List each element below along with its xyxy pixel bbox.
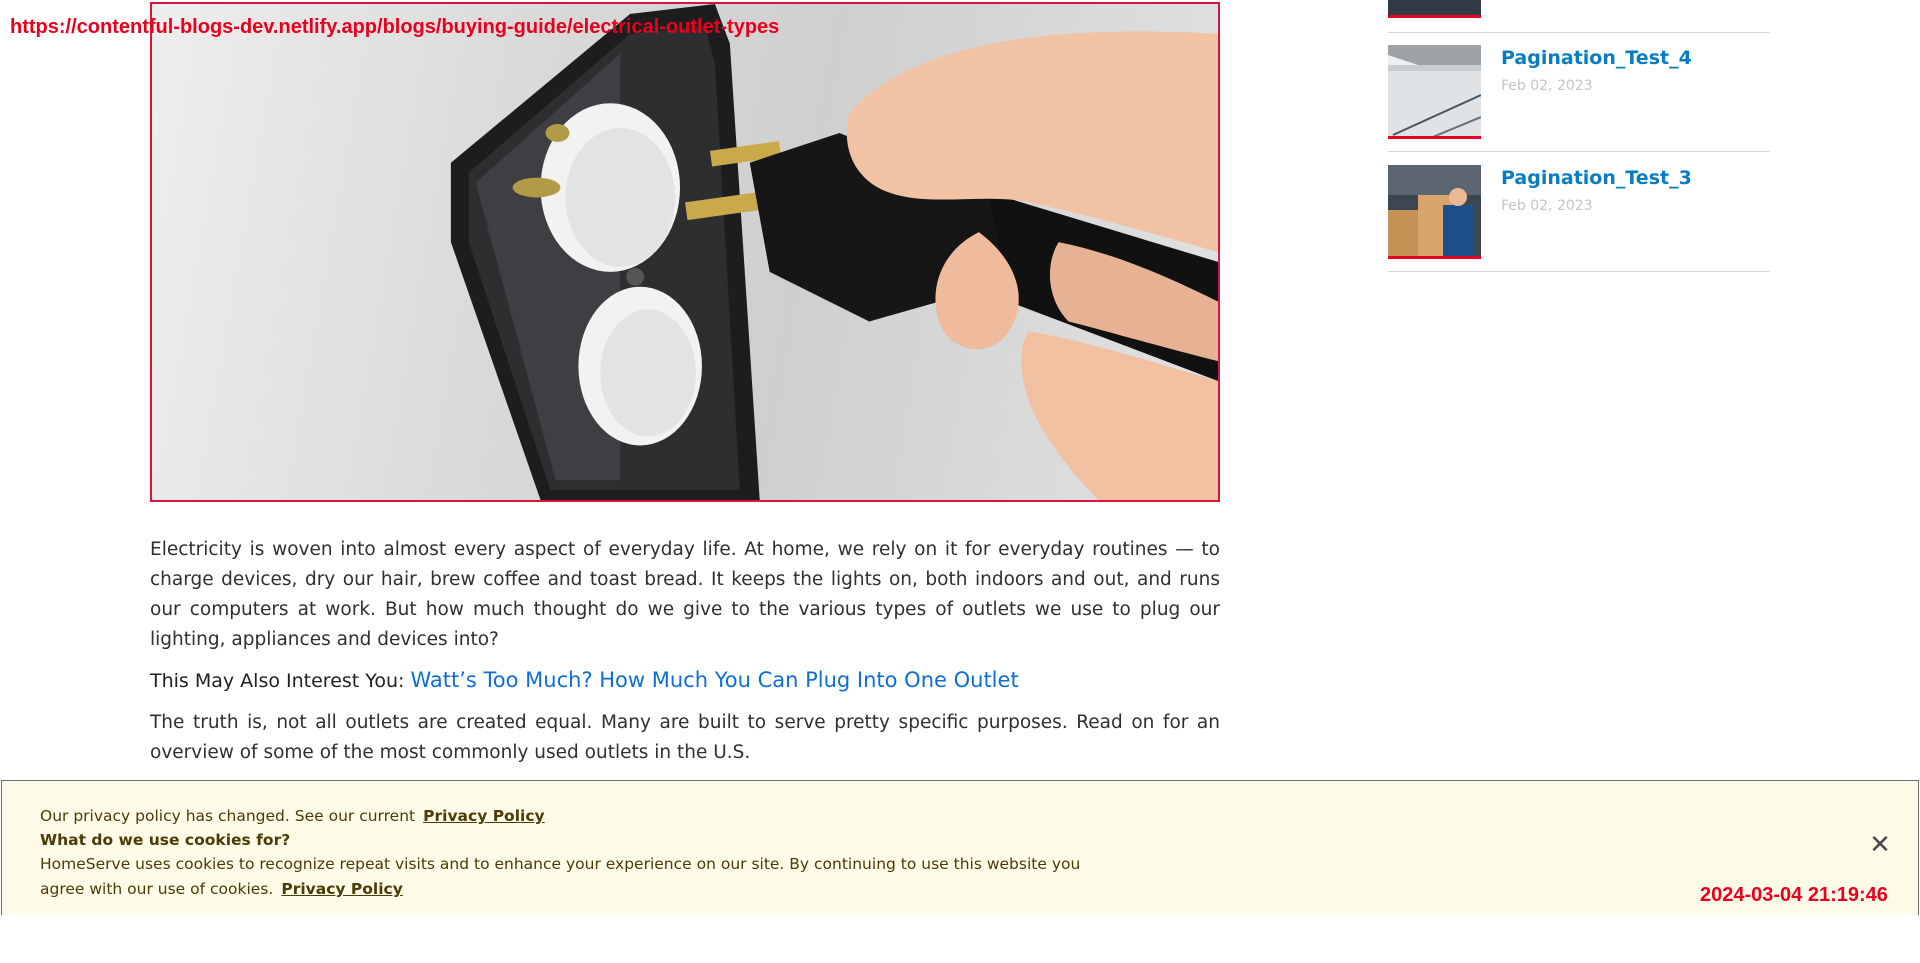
previous-post-thumbnail[interactable] (1388, 0, 1481, 18)
sidebar-post-title[interactable]: Pagination_Test_3 (1501, 167, 1692, 189)
house-gutter-icon[interactable] (1388, 45, 1481, 139)
sidebar-post-item[interactable]: Pagination_Test_3 Feb 02, 2023 (1388, 165, 1770, 259)
also-interest-row: This May Also Interest You: Watt’s Too M… (150, 665, 1220, 696)
sidebar-post-date: Feb 02, 2023 (1501, 78, 1593, 94)
outlet-plug-illustration (450, 4, 1218, 500)
sidebar-post-title[interactable]: Pagination_Test_4 (1501, 47, 1692, 69)
cookie-agreement-line: agree with our use of cookies. Privacy Po… (40, 880, 403, 898)
technician-icon[interactable] (1388, 165, 1481, 259)
privacy-policy-link-secondary[interactable]: Privacy Policy (281, 880, 403, 898)
article-paragraph-outlets: The truth is, not all outlets are create… (150, 712, 1220, 763)
cookie-explanation-text: HomeServe uses cookies to recognize repe… (40, 855, 1081, 873)
url-overlay: https://contentful-blogs-dev.netlify.app… (10, 16, 780, 38)
also-interest-label: This May Also Interest You: (150, 670, 405, 692)
sidebar-post-date: Feb 02, 2023 (1501, 198, 1593, 214)
also-interest-link[interactable]: Watt’s Too Much? How Much You Can Plug I… (410, 668, 1018, 692)
cookie-agreement-text: agree with our use of cookies. (40, 880, 274, 898)
article-body: Electricity is woven into almost every a… (150, 535, 1220, 768)
privacy-policy-link[interactable]: Privacy Policy (423, 807, 545, 825)
cookie-banner: Our privacy policy has changed. See our … (1, 780, 1919, 915)
sidebar-divider (1388, 32, 1770, 33)
timestamp-overlay: 2024-03-04 21:19:46 (1700, 884, 1888, 906)
page-bottom-area (0, 915, 1920, 963)
hero-image (150, 2, 1220, 502)
cookie-policy-changed-text: Our privacy policy has changed. See our … (40, 807, 416, 825)
article-paragraph-intro: Electricity is woven into almost every a… (150, 539, 1220, 650)
cookie-policy-changed-line: Our privacy policy has changed. See our … (40, 807, 545, 825)
sidebar-post-item[interactable]: Pagination_Test_4 Feb 02, 2023 (1388, 45, 1770, 139)
cookie-question-heading: What do we use cookies for? (40, 831, 291, 849)
close-icon[interactable]: ✕ (1868, 832, 1892, 858)
sidebar-divider (1388, 151, 1770, 152)
sidebar-divider (1388, 271, 1770, 272)
